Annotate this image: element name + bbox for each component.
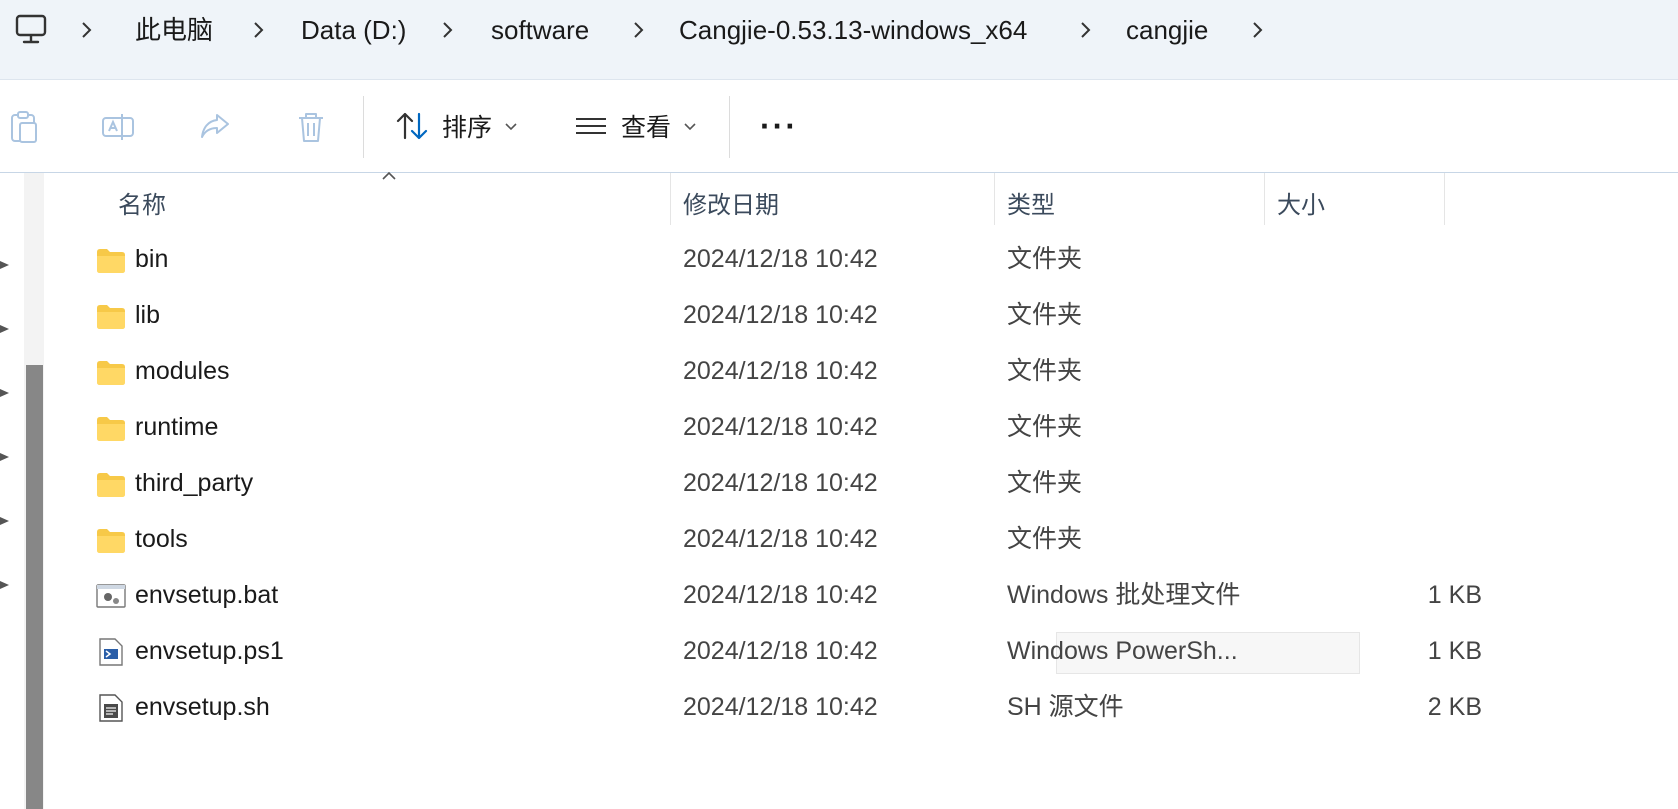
file-type: 文件夹 bbox=[1007, 301, 1083, 329]
file-modified-date: 2024/12/18 10:42 bbox=[683, 581, 878, 609]
more-options-icon: ··· bbox=[760, 108, 798, 144]
chevron-right-icon[interactable] bbox=[1247, 20, 1267, 40]
file-size: 1 KB bbox=[1427, 581, 1482, 609]
toolbar-divider bbox=[729, 96, 730, 158]
file-name: runtime bbox=[135, 413, 219, 441]
nav-scrollbar-thumb[interactable] bbox=[26, 365, 43, 809]
sort-label: 排序 bbox=[442, 114, 493, 142]
file-modified-date: 2024/12/18 10:42 bbox=[683, 357, 878, 385]
sort-arrows-icon bbox=[396, 112, 428, 140]
column-divider[interactable] bbox=[1444, 173, 1445, 225]
pin-icon[interactable] bbox=[0, 258, 12, 272]
chevron-down-icon bbox=[505, 123, 517, 131]
column-header-size[interactable]: 大小 bbox=[1277, 185, 1325, 220]
column-header-date[interactable]: 修改日期 bbox=[683, 185, 779, 220]
pin-icon[interactable] bbox=[0, 386, 12, 400]
file-name: envsetup.sh bbox=[135, 693, 270, 721]
file-modified-date: 2024/12/18 10:42 bbox=[683, 245, 878, 273]
command-bar: 排序 查看 ··· bbox=[0, 80, 1678, 173]
file-size: 1 KB bbox=[1427, 637, 1482, 665]
file-type: Windows PowerSh... bbox=[1007, 637, 1238, 665]
chevron-down-icon bbox=[684, 123, 696, 131]
folder-icon bbox=[97, 529, 125, 553]
rename-icon[interactable] bbox=[100, 109, 136, 145]
pin-icon[interactable] bbox=[0, 322, 12, 336]
breadcrumb-item-data-drive[interactable]: Data (D:) bbox=[301, 12, 406, 48]
file-name: envsetup.bat bbox=[135, 581, 279, 609]
address-bar-divider bbox=[0, 62, 1678, 80]
folder-icon bbox=[97, 249, 125, 273]
file-modified-date: 2024/12/18 10:42 bbox=[683, 301, 878, 329]
folder-icon bbox=[97, 473, 125, 497]
file-row[interactable]: envsetup.sh 2024/12/18 10:42 SH 源文件 2 KB bbox=[52, 680, 1482, 736]
file-modified-date: 2024/12/18 10:42 bbox=[683, 693, 878, 721]
file-name: modules bbox=[135, 357, 230, 385]
folder-icon bbox=[97, 305, 125, 329]
file-modified-date: 2024/12/18 10:42 bbox=[683, 469, 878, 497]
file-type: 文件夹 bbox=[1007, 357, 1083, 385]
file-row[interactable]: third_party 2024/12/18 10:42 文件夹 bbox=[52, 456, 1452, 512]
view-label: 查看 bbox=[621, 114, 672, 142]
file-row[interactable]: tools 2024/12/18 10:42 文件夹 bbox=[52, 512, 1452, 568]
file-name: bin bbox=[135, 245, 169, 273]
delete-icon[interactable] bbox=[293, 109, 329, 145]
sort-button[interactable]: 排序 bbox=[394, 102, 518, 150]
file-modified-date: 2024/12/18 10:42 bbox=[683, 637, 878, 665]
file-row[interactable]: modules 2024/12/18 10:42 文件夹 bbox=[52, 344, 1452, 400]
toolbar-divider bbox=[363, 96, 364, 158]
chevron-right-icon[interactable] bbox=[437, 20, 457, 40]
file-row[interactable]: runtime 2024/12/18 10:42 文件夹 bbox=[52, 400, 1452, 456]
breadcrumb-item-cangjie-package[interactable]: Cangjie-0.53.13-windows_x64 bbox=[679, 12, 1027, 48]
file-row[interactable]: bin 2024/12/18 10:42 文件夹 bbox=[52, 232, 1452, 288]
file-type: Windows 批处理文件 bbox=[1007, 581, 1241, 609]
more-options-button[interactable]: ··· bbox=[760, 102, 798, 150]
file-size: 2 KB bbox=[1427, 693, 1482, 721]
view-button[interactable]: 查看 bbox=[573, 102, 697, 150]
file-type: 文件夹 bbox=[1007, 245, 1083, 273]
column-divider[interactable] bbox=[994, 173, 995, 225]
breadcrumb-item-this-pc[interactable]: 此电脑 bbox=[135, 12, 213, 48]
file-type: 文件夹 bbox=[1007, 469, 1083, 497]
chevron-right-icon[interactable] bbox=[76, 20, 96, 40]
file-row[interactable]: envsetup.bat 2024/12/18 10:42 Windows 批处理文… bbox=[52, 568, 1482, 624]
breadcrumb-item-software[interactable]: software bbox=[491, 12, 589, 48]
chevron-right-icon[interactable] bbox=[248, 20, 268, 40]
folder-icon bbox=[97, 361, 125, 385]
file-name: envsetup.ps1 bbox=[135, 637, 284, 665]
file-type: SH 源文件 bbox=[1007, 693, 1124, 721]
column-header-name[interactable]: 名称 bbox=[118, 185, 166, 220]
file-row[interactable]: envsetup.ps1 2024/12/18 10:42 Windows Powe… bbox=[52, 624, 1482, 680]
file-modified-date: 2024/12/18 10:42 bbox=[683, 413, 878, 441]
powershell-file-icon bbox=[99, 638, 123, 666]
file-type: 文件夹 bbox=[1007, 525, 1083, 553]
chevron-right-icon[interactable] bbox=[628, 20, 648, 40]
file-name: tools bbox=[135, 525, 188, 553]
column-divider[interactable] bbox=[670, 173, 671, 225]
view-list-icon bbox=[576, 118, 606, 134]
file-name: third_party bbox=[135, 469, 254, 497]
pin-icon[interactable] bbox=[0, 578, 12, 592]
pin-icon[interactable] bbox=[0, 450, 12, 464]
address-bar[interactable]: 此电脑 Data (D:) software Cangjie-0.53.13-w… bbox=[0, 0, 1678, 62]
share-icon[interactable] bbox=[197, 109, 233, 145]
file-name: lib bbox=[135, 301, 161, 329]
chevron-right-icon[interactable] bbox=[1075, 20, 1095, 40]
sort-indicator-icon bbox=[382, 171, 396, 180]
text-file-icon bbox=[99, 694, 123, 722]
file-modified-date: 2024/12/18 10:42 bbox=[683, 525, 878, 553]
breadcrumb-item-cangjie[interactable]: cangjie bbox=[1126, 12, 1208, 48]
column-divider[interactable] bbox=[1264, 173, 1265, 225]
batch-file-icon bbox=[96, 584, 126, 608]
paste-icon[interactable] bbox=[6, 109, 42, 145]
column-header-type[interactable]: 类型 bbox=[1007, 185, 1055, 220]
this-pc-icon[interactable] bbox=[14, 12, 48, 46]
folder-icon bbox=[97, 417, 125, 441]
column-header-row: 名称 修改日期 类型 大小 bbox=[52, 173, 1678, 225]
pin-icon[interactable] bbox=[0, 514, 12, 528]
file-type: 文件夹 bbox=[1007, 413, 1083, 441]
file-row[interactable]: lib 2024/12/18 10:42 文件夹 bbox=[52, 288, 1452, 344]
